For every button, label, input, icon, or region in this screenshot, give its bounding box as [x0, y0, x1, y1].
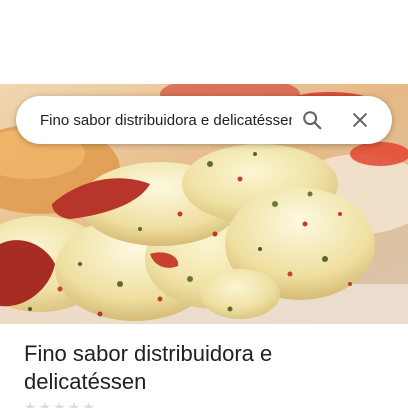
search-button[interactable]	[292, 100, 332, 140]
rating-stars: ★ ★ ★ ★ ★	[24, 400, 95, 408]
search-bar[interactable]: Fino sabor distribuidora e delicatéssen	[16, 96, 392, 144]
star-icon: ★	[67, 399, 81, 408]
close-icon	[353, 113, 367, 127]
search-icon	[303, 111, 322, 130]
maps-place-screen: Fino sabor distribuidora e delicatéssen …	[0, 0, 408, 408]
clear-search-button[interactable]	[340, 100, 380, 140]
star-icon: ★	[82, 399, 95, 408]
top-blank-area	[0, 0, 408, 84]
place-title: Fino sabor distribuidora e delicatéssen	[24, 341, 273, 394]
star-icon: ★	[24, 399, 37, 408]
star-icon: ★	[38, 399, 52, 408]
star-icon: ★	[53, 399, 66, 408]
search-input[interactable]: Fino sabor distribuidora e delicatéssen	[40, 112, 292, 129]
place-details-panel: Fino sabor distribuidora e delicatéssen …	[0, 324, 408, 408]
